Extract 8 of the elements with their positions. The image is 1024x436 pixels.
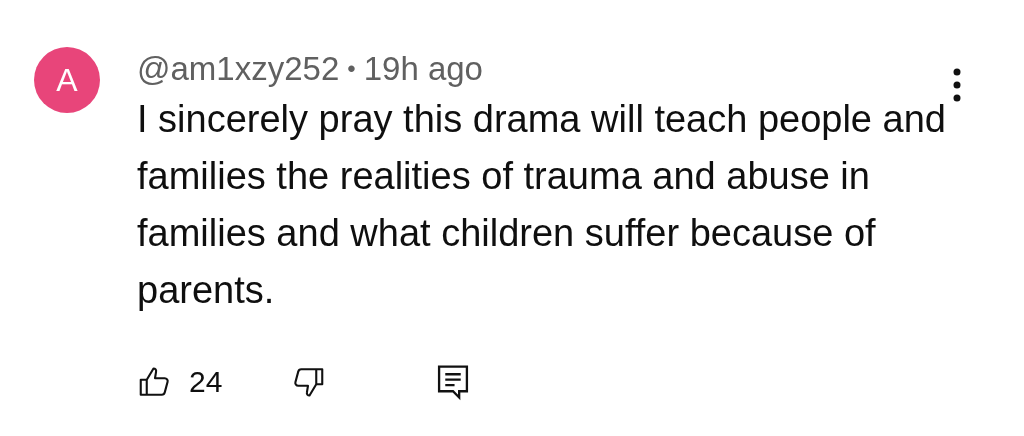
comment-time: 19h ago	[363, 49, 483, 89]
like-count: 24	[189, 365, 223, 399]
comment-text: I sincerely pray this drama will teach people and families the realities of trauma and abuse in families and what children suffer because of parents.	[137, 97, 947, 313]
avatar[interactable]: A	[34, 47, 100, 113]
more-menu-icon[interactable]	[952, 67, 962, 103]
reply-icon[interactable]	[436, 363, 471, 401]
author-name[interactable]: @am1xzy252	[137, 47, 340, 91]
separator: •	[347, 54, 356, 84]
